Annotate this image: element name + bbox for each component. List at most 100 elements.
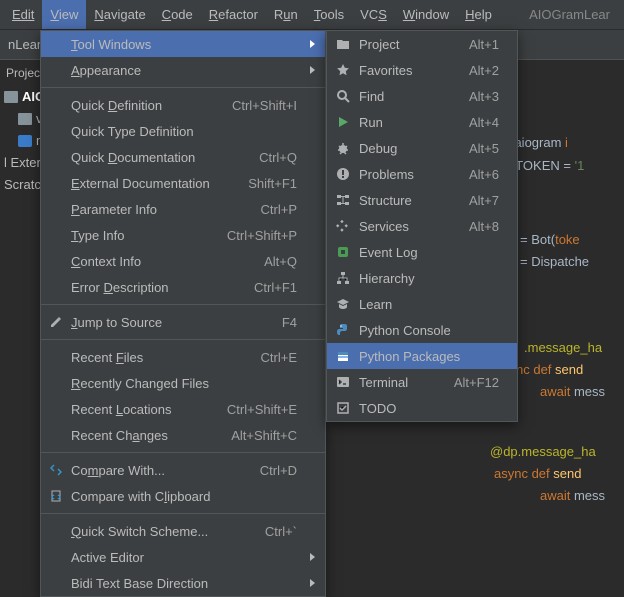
- tool-window-item-todo[interactable]: TODO: [327, 395, 517, 421]
- menu-shortcut: Ctrl+`: [265, 524, 297, 539]
- menu-vcs[interactable]: VCS: [352, 0, 395, 29]
- menu-item-appearance[interactable]: Appearance: [41, 57, 325, 83]
- tool-window-label: Problems: [359, 167, 449, 182]
- tool-window-item-hierarchy[interactable]: Hierarchy: [327, 265, 517, 291]
- hierarchy-icon: [335, 270, 351, 286]
- menu-item-label: Recent Locations: [71, 402, 203, 417]
- code-content: _TOKEN = '1: [508, 158, 584, 174]
- menu-tools[interactable]: Tools: [306, 0, 352, 29]
- tool-window-item-project[interactable]: ProjectAlt+1: [327, 31, 517, 57]
- code-content: @dp.message_ha: [490, 444, 596, 460]
- menu-item-quick-documentation[interactable]: Quick DocumentationCtrl+Q: [41, 144, 325, 170]
- menu-code[interactable]: Code: [154, 0, 201, 29]
- tree-node[interactable]: AIOG: [4, 86, 44, 108]
- code-content: await mess: [540, 488, 605, 504]
- tool-window-item-problems[interactable]: Problems Alt+6: [327, 161, 517, 187]
- menu-shortcut: Alt+4: [469, 115, 499, 130]
- menu-shortcut: Ctrl+Shift+P: [227, 228, 297, 243]
- menu-refactor[interactable]: Refactor: [201, 0, 266, 29]
- menu-item-label: Recently Changed Files: [71, 376, 297, 391]
- submenu-arrow-icon: [310, 40, 315, 48]
- code-content: nc def send: [516, 362, 583, 378]
- tool-window-item-learn[interactable]: Learn: [327, 291, 517, 317]
- menu-item-label: Quick Switch Scheme...: [71, 524, 241, 539]
- tool-window-item-structure[interactable]: StructureAlt+7: [327, 187, 517, 213]
- menu-item-recently-changed-files[interactable]: Recently Changed Files: [41, 370, 325, 396]
- tool-window-label: Debug: [359, 141, 449, 156]
- menu-shortcut: Alt+7: [469, 193, 499, 208]
- project-icon: [335, 36, 351, 52]
- submenu-arrow-icon: [310, 66, 315, 74]
- tool-window-item-python-packages[interactable]: Python Packages: [327, 343, 517, 369]
- tool-window-item-services[interactable]: Services Alt+8: [327, 213, 517, 239]
- tool-window-item-run[interactable]: Run Alt+4: [327, 109, 517, 135]
- menu-shortcut: Ctrl+Shift+E: [227, 402, 297, 417]
- tool-window-label: Services: [359, 219, 449, 234]
- view-dropdown-menu: Tool WindowsAppearance Quick DefinitionCt…: [40, 30, 326, 597]
- menu-item-external-documentation[interactable]: External Documentation Shift+F1: [41, 170, 325, 196]
- menu-item-compare-with-clipboard[interactable]: Compare with Clipboard: [41, 483, 325, 509]
- menu-shortcut: Alt+2: [469, 63, 499, 78]
- menu-item-recent-changes[interactable]: Recent ChangesAlt+Shift+C: [41, 422, 325, 448]
- menu-view[interactable]: View: [42, 0, 86, 29]
- menu-item-parameter-info[interactable]: Parameter Info Ctrl+P: [41, 196, 325, 222]
- services-icon: [335, 218, 351, 234]
- tool-window-label: Event Log: [359, 245, 499, 260]
- menu-item-active-editor[interactable]: Active Editor: [41, 544, 325, 570]
- menu-item-label: Active Editor: [71, 550, 297, 565]
- menu-item-tool-windows[interactable]: Tool Windows: [41, 31, 325, 57]
- tool-window-item-find[interactable]: FindAlt+3: [327, 83, 517, 109]
- menu-navigate[interactable]: Navigate: [86, 0, 153, 29]
- menu-shortcut: Shift+F1: [248, 176, 297, 191]
- menu-item-error-description[interactable]: Error DescriptionCtrl+F1: [41, 274, 325, 300]
- menu-shortcut: Ctrl+P: [261, 202, 297, 217]
- menu-shortcut: Alt+8: [469, 219, 499, 234]
- tool-window-label: TODO: [359, 401, 499, 416]
- menu-item-quick-definition[interactable]: Quick DefinitionCtrl+Shift+I: [41, 92, 325, 118]
- menu-edit[interactable]: Edit: [4, 0, 42, 29]
- menu-item-label: Quick Type Definition: [71, 124, 297, 139]
- problems-icon: [335, 166, 351, 182]
- menu-item-recent-files[interactable]: Recent FilesCtrl+E: [41, 344, 325, 370]
- menu-shortcut: Alt+6: [469, 167, 499, 182]
- menu-item-recent-locations[interactable]: Recent Locations Ctrl+Shift+E: [41, 396, 325, 422]
- project-tool-label[interactable]: Project: [6, 66, 43, 80]
- code-content: async def send: [494, 466, 581, 482]
- menu-run[interactable]: Run: [266, 0, 306, 29]
- project-tree[interactable]: AIOG ve m l Exter Scratc: [0, 86, 44, 196]
- tool-window-label: Project: [359, 37, 449, 52]
- tree-node[interactable]: Scratc: [4, 174, 44, 196]
- menu-item-compare-with-[interactable]: Compare With...Ctrl+D: [41, 457, 325, 483]
- tool-window-item-debug[interactable]: DebugAlt+5: [327, 135, 517, 161]
- tree-node[interactable]: l Exter: [4, 152, 44, 174]
- tree-node[interactable]: m: [4, 130, 44, 152]
- menu-item-label: Bidi Text Base Direction: [71, 576, 297, 591]
- structure-icon: [335, 192, 351, 208]
- menu-item-label: Parameter Info: [71, 202, 237, 217]
- clipdiff-icon: [48, 488, 64, 504]
- menu-shortcut: Ctrl+Shift+I: [232, 98, 297, 113]
- tool-window-item-event-log[interactable]: Event Log: [327, 239, 517, 265]
- submenu-arrow-icon: [310, 579, 315, 587]
- python-file-icon: [18, 135, 32, 147]
- menu-window[interactable]: Window: [395, 0, 457, 29]
- menu-item-type-info[interactable]: Type InfoCtrl+Shift+P: [41, 222, 325, 248]
- tool-window-item-python-console[interactable]: Python Console: [327, 317, 517, 343]
- bug-icon: [335, 140, 351, 156]
- menu-item-context-info[interactable]: Context InfoAlt+Q: [41, 248, 325, 274]
- submenu-arrow-icon: [310, 553, 315, 561]
- tool-window-label: Run: [359, 115, 449, 130]
- tree-node[interactable]: ve: [4, 108, 44, 130]
- menu-item-label: External Documentation: [71, 176, 224, 191]
- menu-item-quick-type-definition[interactable]: Quick Type Definition: [41, 118, 325, 144]
- menu-help[interactable]: Help: [457, 0, 500, 29]
- menu-item-quick-switch-scheme-[interactable]: Quick Switch Scheme... Ctrl+`: [41, 518, 325, 544]
- tool-window-label: Favorites: [359, 63, 449, 78]
- tool-window-item-favorites[interactable]: Favorites Alt+2: [327, 57, 517, 83]
- tool-window-item-terminal[interactable]: TerminalAlt+F12: [327, 369, 517, 395]
- menu-item-bidi-text-base-direction[interactable]: Bidi Text Base Direction: [41, 570, 325, 596]
- menu-shortcut: Alt+3: [469, 89, 499, 104]
- search-icon: [335, 88, 351, 104]
- menu-item-jump-to-source[interactable]: Jump to SourceF4: [41, 309, 325, 335]
- star-icon: [335, 62, 351, 78]
